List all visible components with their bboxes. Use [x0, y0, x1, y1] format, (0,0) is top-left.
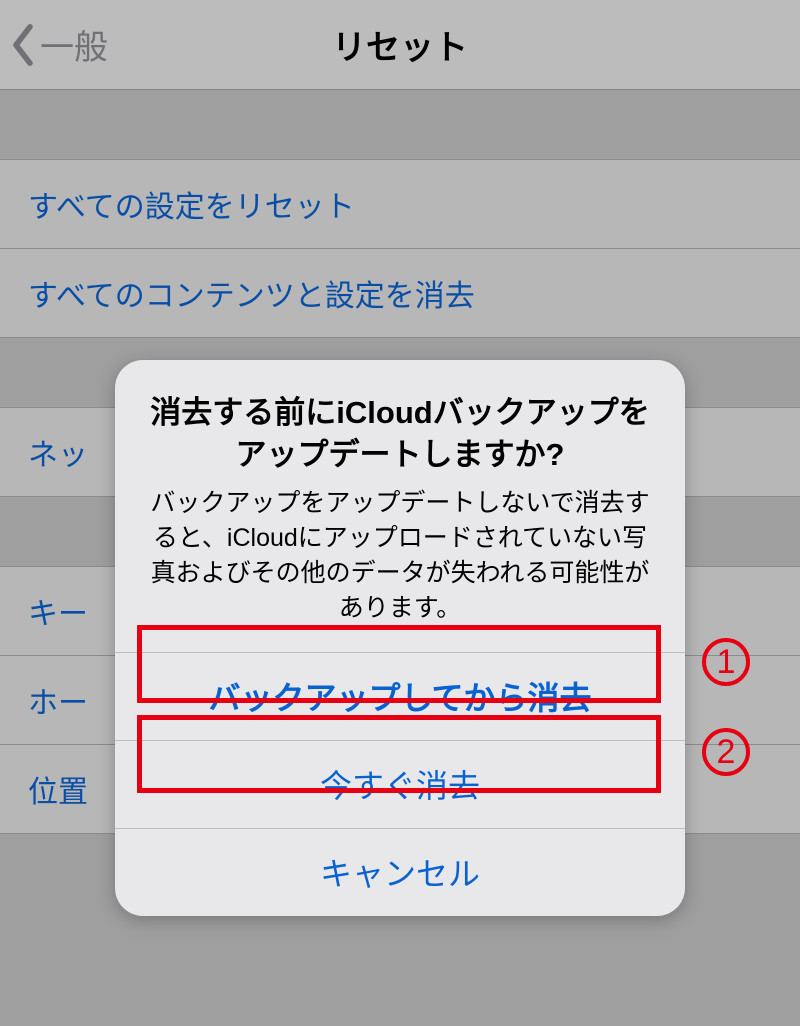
alert-dialog: 消去する前にiCloudバックアップをアップデートしますか? バックアップをアッ…: [115, 360, 685, 916]
alert-message: バックアップをアップデートしないで消去すると、iCloudにアップロードされてい…: [143, 486, 657, 626]
button-label: バックアップしてから消去: [208, 673, 591, 719]
alert-title: 消去する前にiCloudバックアップをアップデートしますか?: [143, 392, 657, 476]
button-label: キャンセル: [320, 849, 480, 895]
button-label: 今すぐ消去: [320, 761, 480, 807]
cancel-button[interactable]: キャンセル: [115, 828, 685, 916]
backup-then-erase-button[interactable]: バックアップしてから消去: [115, 652, 685, 740]
alert-body: 消去する前にiCloudバックアップをアップデートしますか? バックアップをアッ…: [115, 360, 685, 652]
erase-now-button[interactable]: 今すぐ消去: [115, 740, 685, 828]
